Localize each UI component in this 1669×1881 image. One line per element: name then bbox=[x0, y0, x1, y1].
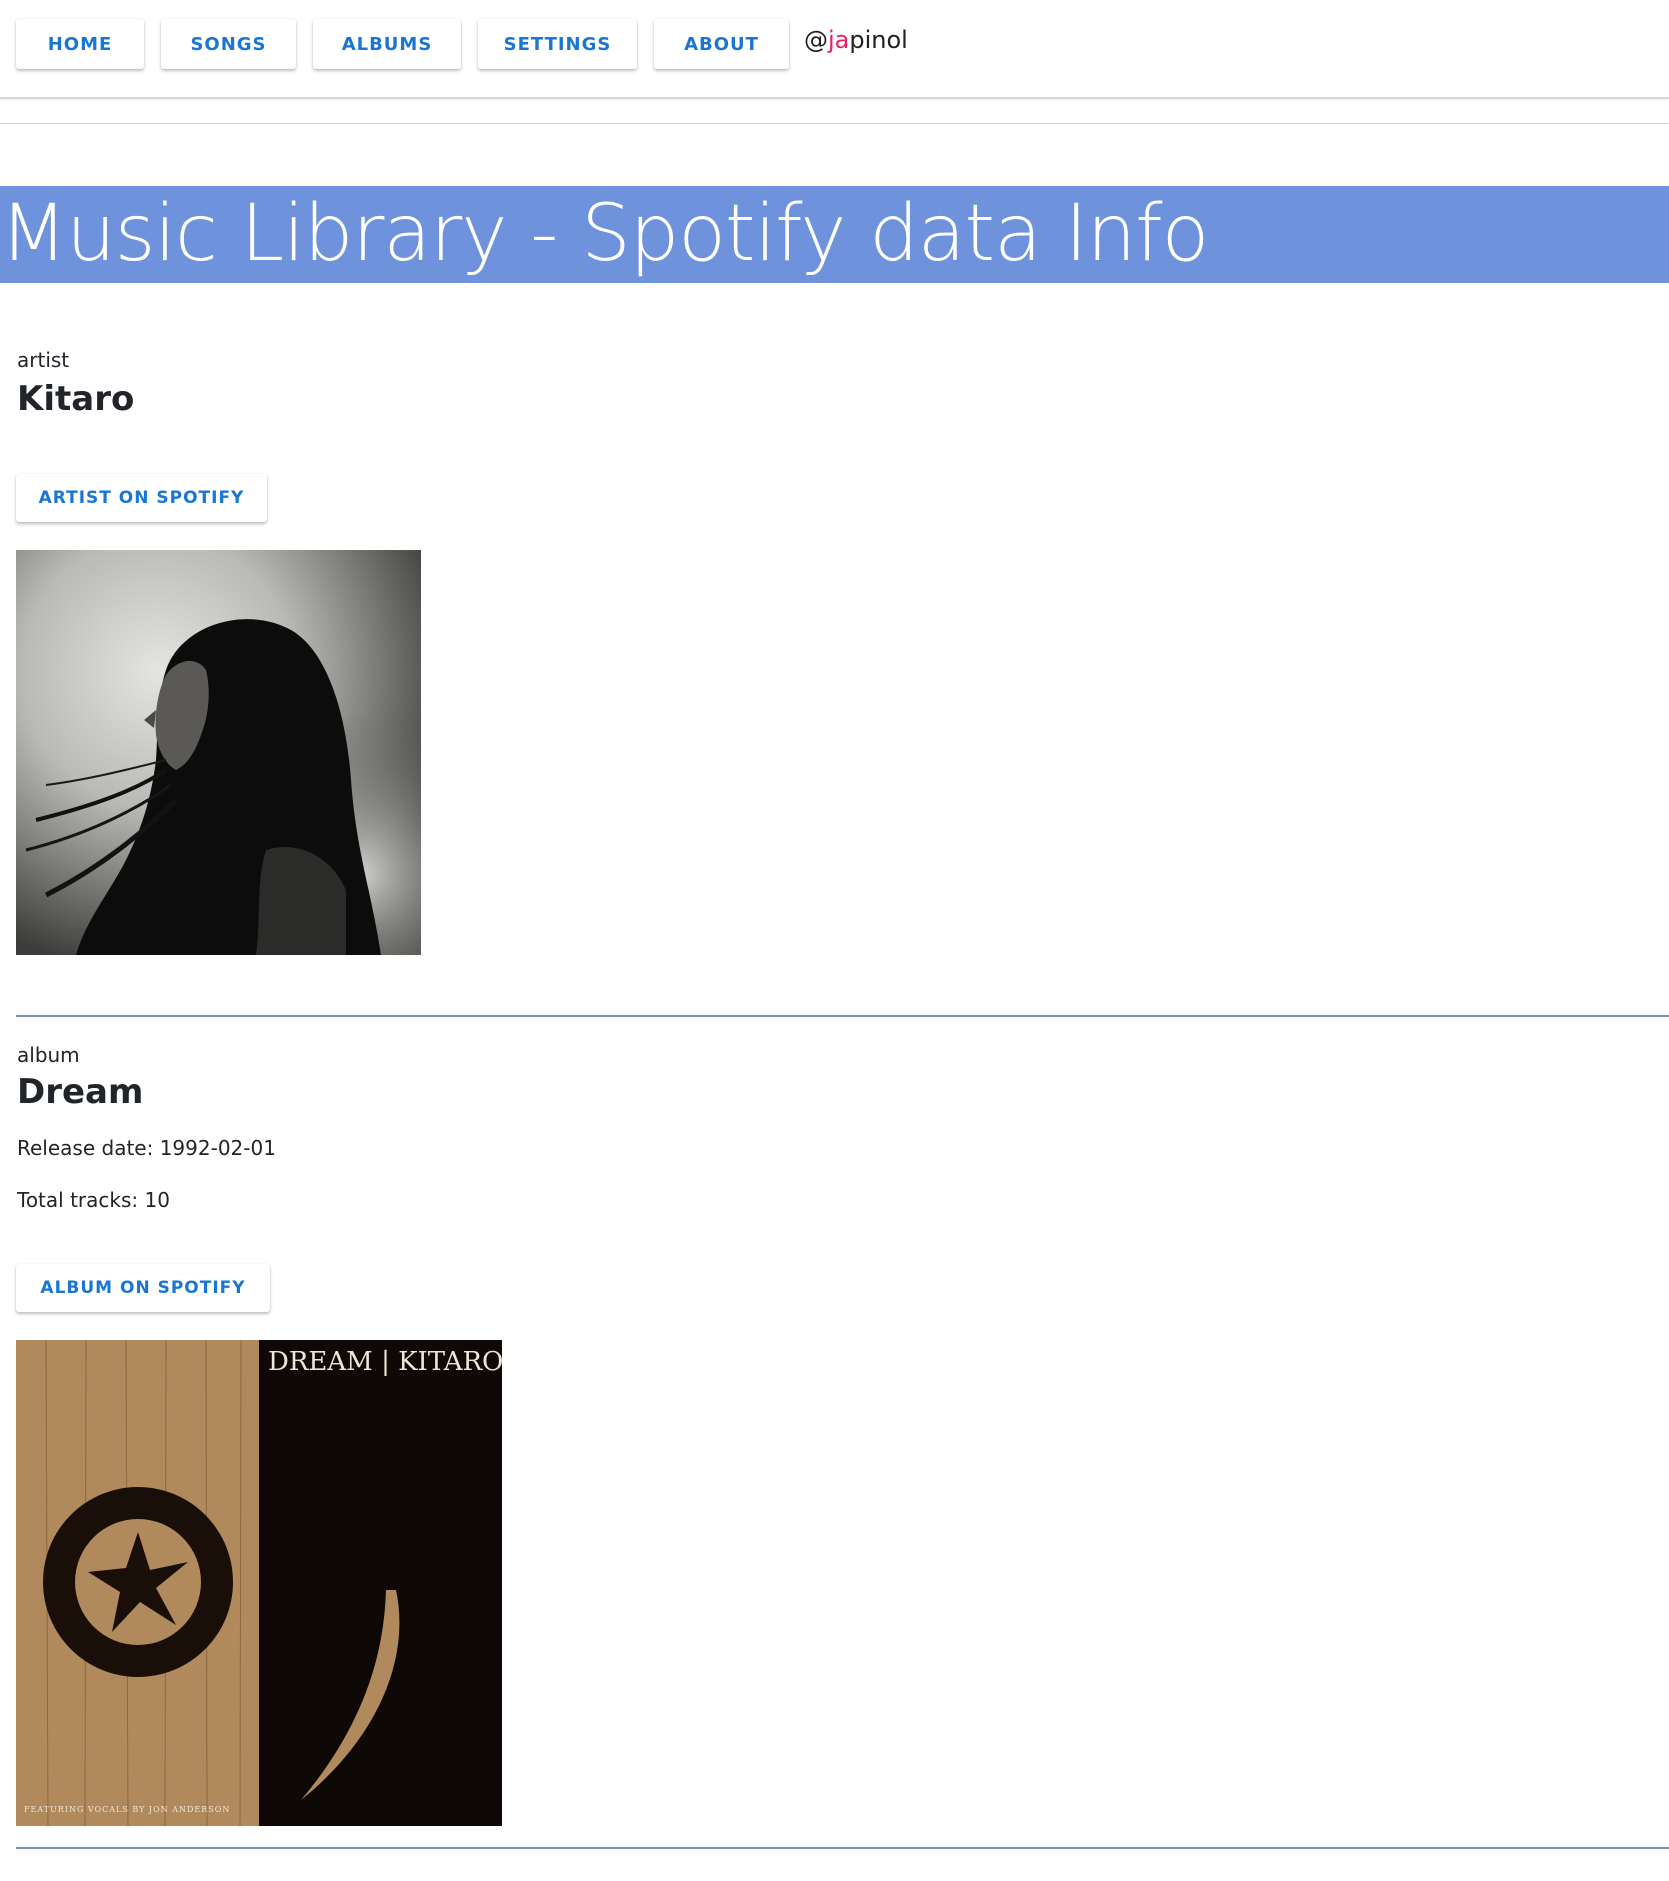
album-cover: DREAM | KITARO FEATURING VOCALS BY JON A… bbox=[16, 1340, 502, 1826]
header-divider bbox=[0, 123, 1669, 124]
nav-home-button[interactable]: HOME bbox=[16, 19, 144, 69]
nav-about-button[interactable]: ABOUT bbox=[654, 19, 789, 69]
album-cover-credit: FEATURING VOCALS BY JON ANDERSON bbox=[24, 1805, 230, 1814]
release-date-label: Release date: bbox=[17, 1136, 160, 1160]
release-date-value: 1992-02-01 bbox=[159, 1136, 276, 1160]
nav-albums-button[interactable]: ALBUMS bbox=[313, 19, 461, 69]
artist-image bbox=[16, 550, 421, 955]
handle-highlight: ja bbox=[828, 26, 850, 54]
handle-rest: pinol bbox=[849, 26, 908, 54]
page: HOME SONGS ALBUMS SETTINGS ABOUT @japino… bbox=[0, 0, 1669, 1881]
nav-songs-button[interactable]: SONGS bbox=[161, 19, 296, 69]
user-handle: @japinol bbox=[804, 26, 908, 54]
handle-prefix: @ bbox=[804, 26, 828, 54]
artist-label: artist bbox=[17, 348, 70, 372]
album-cover-title: DREAM | KITARO bbox=[268, 1347, 502, 1377]
nav-settings-button[interactable]: SETTINGS bbox=[478, 19, 637, 69]
album-label: album bbox=[17, 1043, 80, 1067]
album-name: Dream bbox=[17, 1072, 144, 1112]
page-banner: Music Library - Spotify data Info bbox=[0, 186, 1669, 283]
album-on-spotify-button[interactable]: ALBUM ON SPOTIFY bbox=[16, 1264, 270, 1312]
total-tracks-value: 10 bbox=[144, 1188, 170, 1212]
section-divider-1 bbox=[16, 1015, 1669, 1017]
artist-on-spotify-button[interactable]: ARTIST ON SPOTIFY bbox=[16, 474, 267, 522]
top-navbar: HOME SONGS ALBUMS SETTINGS ABOUT @japino… bbox=[0, 0, 1669, 99]
section-divider-2 bbox=[16, 1847, 1669, 1849]
total-tracks-label: Total tracks: bbox=[17, 1188, 145, 1212]
page-title: Music Library - Spotify data Info bbox=[0, 189, 1209, 279]
total-tracks-line: Total tracks: 10 bbox=[17, 1188, 170, 1212]
artist-name: Kitaro bbox=[17, 379, 135, 419]
release-date-line: Release date: 1992-02-01 bbox=[17, 1136, 276, 1160]
